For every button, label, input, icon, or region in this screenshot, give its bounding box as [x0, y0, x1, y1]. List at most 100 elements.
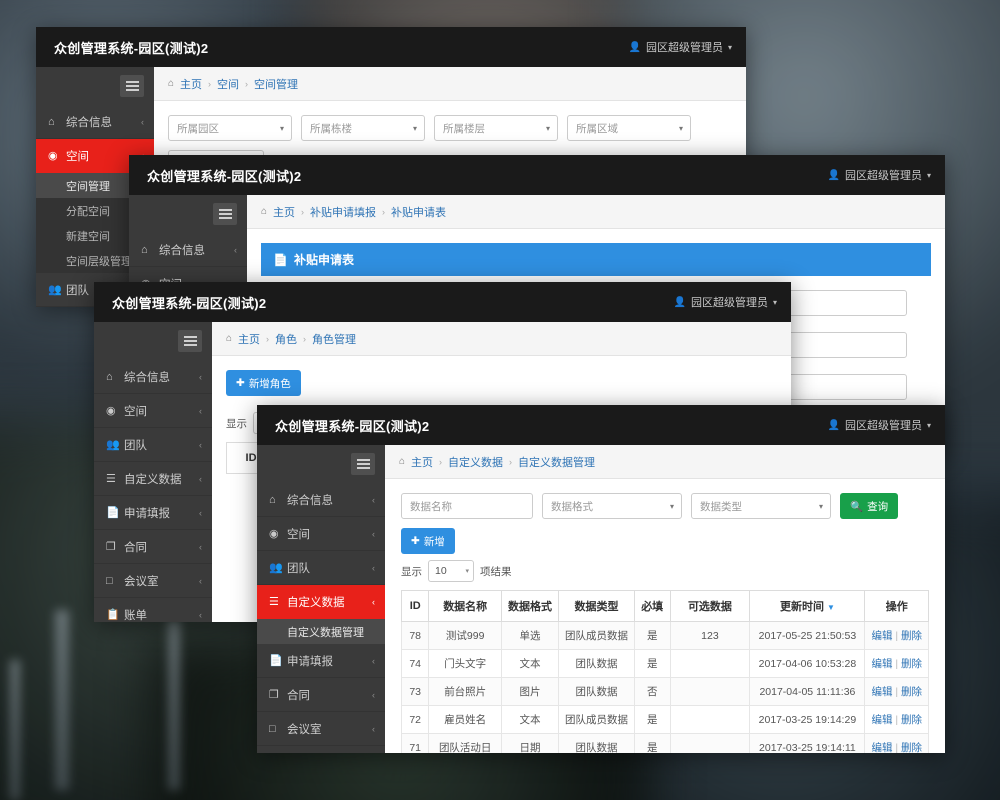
breadcrumb-current: 补贴申请表: [391, 206, 447, 219]
delete-link[interactable]: 删除: [901, 686, 922, 698]
sidebar-item-bill[interactable]: 📋 账单 ‹: [94, 598, 212, 622]
breadcrumb-home[interactable]: 主页: [238, 331, 260, 347]
table-row[interactable]: 72 雇员姓名 文本 团队成员数据是 2017-03-25 19:14:29 编辑 | 删…: [400, 705, 929, 734]
sidebar-item-contract[interactable]: ❐ 合同 ‹: [257, 678, 385, 712]
sidebar-item-custom-data[interactable]: ☰ 自定义数据 ‹: [257, 585, 385, 619]
breadcrumb-home[interactable]: 主页: [273, 204, 295, 220]
length-select[interactable]: 10 ▾: [428, 560, 474, 582]
user-menu[interactable]: 👤 园区超级管理员 ▾: [629, 39, 732, 55]
th-updated-at[interactable]: 更新时间 ▼: [749, 590, 866, 622]
user-menu[interactable]: 👤 园区超级管理员 ▾: [828, 417, 931, 433]
search-type-select[interactable]: 数据类型: [691, 493, 831, 519]
th-required[interactable]: 必填: [633, 590, 671, 622]
edit-link[interactable]: 编辑: [871, 714, 892, 726]
custom-data-table: ID 数据名称 数据格式 数据类型 必填 可选数据 更新时间 ▼ 操作 78 测…: [400, 590, 929, 753]
home-icon: ⌂: [48, 115, 55, 128]
edit-link[interactable]: 编辑: [871, 686, 892, 698]
breadcrumb-mid[interactable]: 自定义数据: [448, 454, 503, 470]
sidebar-subitem-custom-data-manage[interactable]: 自定义数据管理: [257, 619, 385, 644]
cell-data-type: 团队数据: [558, 733, 635, 753]
location-pin-icon: ◉: [106, 405, 116, 417]
delete-link[interactable]: 删除: [901, 714, 922, 726]
add-role-button[interactable]: ✚ 新增角色: [226, 370, 301, 396]
sidebar-item-overview[interactable]: ⌂ 综合信息 ‹: [257, 483, 385, 517]
breadcrumb-home[interactable]: 主页: [180, 76, 202, 92]
window3-sidebar[interactable]: ⌂ 综合信息 ‹ ◉ 空间 ‹ 👥 团队 ‹ ☰ 自定义数据 ‹ 📄 申请填报 …: [94, 322, 212, 622]
action-separator: |: [892, 742, 902, 753]
hamburger-icon[interactable]: [213, 203, 237, 225]
sidebar-item-overview[interactable]: ⌂ 综合信息 ‹: [129, 233, 247, 267]
delete-link[interactable]: 删除: [901, 742, 922, 753]
cell-data-format: 日期: [500, 733, 560, 753]
app-brand: 众创管理系统-园区(测试)2: [112, 295, 267, 311]
sidebar-item-meeting-room[interactable]: □ 会议室 ‹: [257, 712, 385, 746]
search-name-input[interactable]: 数据名称: [401, 493, 533, 519]
desktop-icon: □: [106, 574, 113, 587]
user-icon: 👤: [628, 41, 641, 53]
sidebar-item-team[interactable]: 👥 团队 ‹: [257, 551, 385, 585]
page-length-control[interactable]: 显示 10 ▾ 项结果: [401, 560, 929, 582]
users-icon: 👥: [106, 439, 120, 451]
sidebar-item-overview[interactable]: ⌂ 综合信息 ‹: [36, 105, 154, 139]
location-pin-icon: ◉: [269, 528, 279, 540]
sidebar-item-custom-data[interactable]: ☰ 自定义数据 ‹: [94, 462, 212, 496]
hamburger-icon[interactable]: [351, 453, 375, 475]
filter-floor[interactable]: 所属楼层: [434, 115, 558, 141]
sidebar-item-space[interactable]: ◉ 空间 ‹: [257, 517, 385, 551]
breadcrumb-home[interactable]: 主页: [411, 454, 433, 470]
sidebar-item-label: 自定义数据: [287, 596, 345, 609]
delete-link[interactable]: 删除: [901, 658, 922, 670]
sidebar-item-meeting-room[interactable]: □ 会议室 ‹: [94, 564, 212, 598]
add-button[interactable]: ✚ 新增: [401, 528, 455, 554]
breadcrumb-mid[interactable]: 空间: [217, 76, 239, 92]
table-row[interactable]: 73 前台照片 图片 团队数据否 2017-04-05 11:11:36 编辑 | 删除: [400, 677, 929, 706]
window2-topbar: 众创管理系统-园区(测试)2 👤 园区超级管理员 ▾: [129, 155, 945, 195]
user-icon: 👤: [673, 296, 686, 308]
breadcrumb-mid[interactable]: 补贴申请填报: [310, 204, 376, 220]
hamburger-icon[interactable]: [120, 75, 144, 97]
sidebar-item-label: 会议室: [287, 723, 322, 736]
sidebar-item-bill[interactable]: 📋 账单 ‹: [257, 746, 385, 753]
hamburger-icon[interactable]: [178, 330, 202, 352]
list-icon: ☰: [106, 473, 116, 485]
sidebar-item-overview[interactable]: ⌂ 综合信息 ‹: [94, 360, 212, 394]
sidebar-item-team[interactable]: 👥 团队 ‹: [94, 428, 212, 462]
th-id[interactable]: ID: [400, 590, 430, 622]
table-row[interactable]: 78 测试999 单选 团队成员数据是 123 2017-05-25 21:50:53 编辑…: [400, 621, 929, 650]
cell-data-type: 团队成员数据: [558, 621, 635, 650]
search-format-select[interactable]: 数据格式: [542, 493, 682, 519]
cell-required: 是: [633, 649, 671, 678]
cell-actions: 编辑 | 删除: [864, 733, 929, 753]
sidebar-item-application[interactable]: 📄 申请填报 ‹: [257, 644, 385, 678]
edit-link[interactable]: 编辑: [871, 742, 892, 753]
filter-building[interactable]: 所属栋楼: [301, 115, 425, 141]
th-options[interactable]: 可选数据: [669, 590, 751, 622]
sidebar-item-space[interactable]: ◉ 空间 ‹: [94, 394, 212, 428]
sidebar-item-label: 综合信息: [159, 244, 205, 257]
th-data-format[interactable]: 数据格式: [500, 590, 560, 622]
user-menu[interactable]: 👤 园区超级管理员 ▾: [828, 167, 931, 183]
filter-area[interactable]: 所属区域: [567, 115, 691, 141]
delete-link[interactable]: 删除: [901, 630, 922, 642]
window-custom-data-management[interactable]: 众创管理系统-园区(测试)2 👤 园区超级管理员 ▾ ⌂ 综合信息 ‹ ◉ 空间…: [257, 405, 945, 753]
home-icon: ⌂: [168, 78, 175, 89]
breadcrumb: ⌂ 主页 › 角色 › 角色管理: [212, 322, 791, 356]
chevron-left-icon: ‹: [372, 655, 375, 666]
filter-park[interactable]: 所属园区: [168, 115, 292, 141]
table-row[interactable]: 74 门头文字 文本 团队数据是 2017-04-06 10:53:28 编辑 | 删除: [400, 649, 929, 678]
user-menu[interactable]: 👤 园区超级管理员 ▾: [674, 294, 777, 310]
breadcrumb-mid[interactable]: 角色: [275, 331, 297, 347]
th-data-name[interactable]: 数据名称: [428, 590, 502, 622]
window4-sidebar[interactable]: ⌂ 综合信息 ‹ ◉ 空间 ‹ 👥 团队 ‹ ☰ 自定义数据 ‹ 自定义数据管理: [257, 445, 385, 753]
edit-link[interactable]: 编辑: [871, 658, 892, 670]
chevron-left-icon: ‹: [199, 507, 202, 518]
table-row[interactable]: 71 团队活动日 日期 团队数据是 2017-03-25 19:14:11 编辑 | 删除: [400, 733, 929, 753]
sidebar-item-contract[interactable]: ❐ 合同 ‹: [94, 530, 212, 564]
app-brand: 众创管理系统-园区(测试)2: [275, 418, 430, 434]
sidebar-item-application[interactable]: 📄 申请填报 ‹: [94, 496, 212, 530]
edit-link[interactable]: 编辑: [871, 630, 892, 642]
sidebar-item-label: 自定义数据: [124, 473, 182, 486]
th-data-type[interactable]: 数据类型: [558, 590, 635, 622]
home-icon: ⌂: [106, 370, 113, 383]
search-button[interactable]: 🔍 查询: [840, 493, 899, 519]
